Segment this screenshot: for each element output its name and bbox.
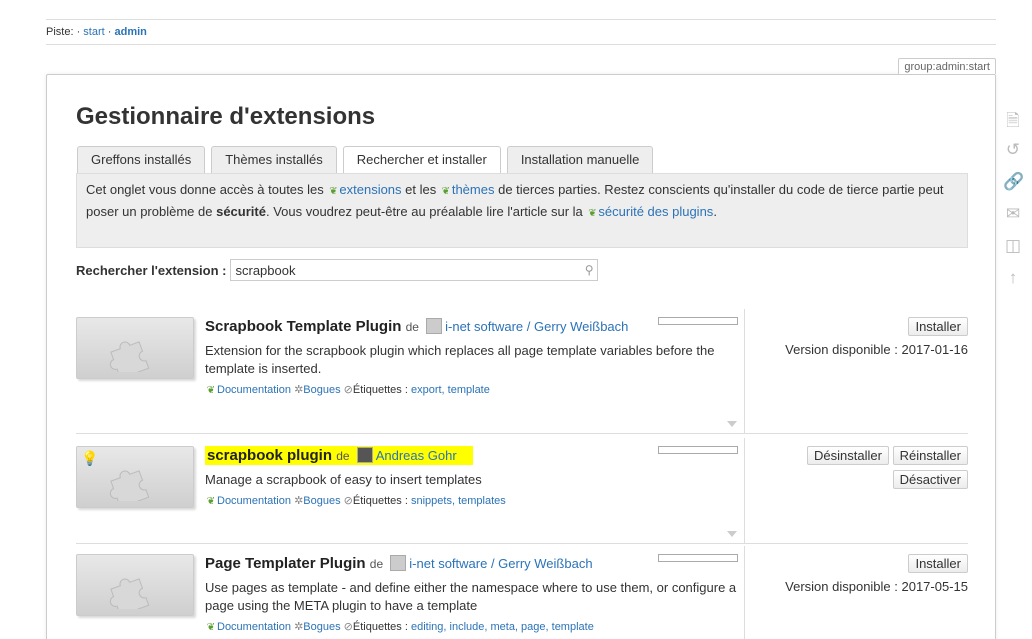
- available-version: Version disponible : 2017-01-16: [785, 342, 968, 357]
- info-box: Cet onglet vous donne accès à toutes les…: [76, 173, 968, 248]
- highlight: scrapbook plugin de Andreas Gohr: [205, 446, 473, 465]
- breadcrumb-start[interactable]: start: [83, 26, 104, 38]
- reinstall-button[interactable]: Réinstaller: [892, 446, 968, 465]
- search-row: Rechercher l'extension : ⚲: [76, 259, 599, 281]
- search-box: ⚲: [230, 259, 599, 281]
- chevron-down-icon[interactable]: [727, 531, 737, 537]
- popularity-bar: [658, 317, 738, 325]
- documentation-link[interactable]: Documentation: [217, 495, 291, 507]
- documentation-link[interactable]: Documentation: [217, 384, 291, 396]
- bug-icon: ✲: [294, 621, 304, 633]
- puzzle-icon: [109, 578, 150, 609]
- bugs-link[interactable]: Bogues: [303, 384, 340, 396]
- breadcrumb-label: Piste:: [46, 26, 74, 38]
- tab-manual-install[interactable]: Installation manuelle: [506, 146, 654, 173]
- page-tools: 🗎 ↺ 🔗 ✉ ◫ ↑: [1003, 108, 1024, 290]
- column-divider: [744, 546, 745, 639]
- avatar: [426, 318, 443, 334]
- mail-icon[interactable]: ✉: [1003, 204, 1023, 226]
- bug-icon: ✲: [294, 384, 304, 396]
- popularity-bar: [658, 554, 738, 562]
- bugs-link[interactable]: Bogues: [303, 495, 340, 507]
- extension-leaf-icon: ❦: [588, 208, 597, 219]
- puzzle-icon: [109, 341, 150, 372]
- doc-icon: ❦: [206, 496, 216, 507]
- lightbulb-icon: 💡: [81, 450, 99, 466]
- extension-thumbnail: [76, 317, 194, 379]
- link-icon[interactable]: 🔗: [1003, 172, 1024, 194]
- extension-links: ❦ Documentation ✲Bogues ⊘Étiquettes : sni…: [206, 495, 506, 507]
- extension-actions: Installer Version disponible : 2017-01-1…: [785, 317, 968, 357]
- arrow-up-icon[interactable]: ↑: [1003, 268, 1023, 290]
- available-version: Version disponible : 2017-05-15: [785, 579, 968, 594]
- tags-link[interactable]: export, template: [411, 384, 490, 396]
- page-id: group:admin:start: [898, 58, 996, 74]
- breadcrumb: Piste: · start · admin: [46, 26, 996, 45]
- extension-description: Extension for the scrapbook plugin which…: [205, 343, 715, 376]
- install-button[interactable]: Installer: [908, 317, 968, 336]
- tag-icon: ⊘: [343, 384, 353, 396]
- tag-icon: ⊘: [343, 621, 353, 633]
- column-divider: [744, 309, 745, 434]
- install-button[interactable]: Installer: [908, 554, 968, 573]
- author-link[interactable]: i-net software / Gerry Weißbach: [409, 556, 592, 571]
- tag-icon: ⊘: [343, 495, 353, 507]
- history-icon[interactable]: ↺: [1003, 140, 1023, 162]
- documentation-link[interactable]: Documentation: [217, 621, 291, 633]
- column-divider: [744, 438, 745, 544]
- puzzle-icon: [109, 470, 150, 501]
- page-title: Gestionnaire d'extensions: [76, 103, 376, 130]
- extension-thumbnail: 💡: [76, 446, 194, 508]
- extension-item: Scrapbook Template Plugin de i-net softw…: [76, 309, 968, 434]
- doc-icon: ❦: [206, 622, 216, 633]
- search-input[interactable]: [235, 262, 585, 278]
- tab-installed-plugins[interactable]: Greffons installés: [77, 146, 206, 173]
- extension-links: ❦ Documentation ✲Bogues ⊘Étiquettes : edi…: [206, 621, 594, 633]
- breadcrumb-admin[interactable]: admin: [114, 26, 146, 38]
- extension-links: ❦ Documentation ✲Bogues ⊘Étiquettes : exp…: [206, 384, 490, 396]
- avatar: [390, 555, 407, 571]
- tab-installed-templates[interactable]: Thèmes installés: [211, 146, 337, 173]
- extension-actions: Désinstaller Réinstaller Désactiver: [807, 446, 968, 489]
- templates-link[interactable]: thèmes: [452, 182, 495, 197]
- tab-search-install[interactable]: Rechercher et installer: [342, 146, 501, 174]
- doc-icon: ❦: [206, 385, 216, 396]
- tab-bar: Greffons installés Thèmes installés Rech…: [77, 146, 654, 174]
- author-link[interactable]: i-net software / Gerry Weißbach: [445, 319, 628, 334]
- extension-description: Use pages as template - and define eithe…: [205, 580, 737, 613]
- plugin-security-link[interactable]: sécurité des plugins: [598, 204, 713, 219]
- popularity-bar: [658, 446, 738, 454]
- extension-actions: Installer Version disponible : 2017-05-1…: [785, 554, 968, 594]
- extension-description: Manage a scrapbook of easy to insert tem…: [205, 472, 482, 487]
- avatar: [356, 447, 373, 463]
- page-icon[interactable]: 🗎: [1003, 108, 1023, 130]
- extension-thumbnail: [76, 554, 194, 616]
- extension-leaf-icon: ❦: [329, 186, 338, 197]
- extensions-link[interactable]: extensions: [339, 182, 401, 197]
- pdf-icon[interactable]: ◫: [1003, 236, 1023, 258]
- disable-button[interactable]: Désactiver: [892, 470, 968, 489]
- page-content: group:admin:start Gestionnaire d'extensi…: [46, 58, 996, 639]
- search-label: Rechercher l'extension :: [76, 262, 227, 278]
- chevron-down-icon[interactable]: [727, 421, 737, 427]
- bug-icon: ✲: [294, 495, 304, 507]
- top-divider: [46, 19, 996, 20]
- tags-link[interactable]: editing, include, meta, page, template: [411, 621, 594, 633]
- tags-link[interactable]: snippets, templates: [411, 495, 506, 507]
- search-icon[interactable]: ⚲: [585, 263, 594, 277]
- extension-item: 💡 scrapbook plugin de Andreas Gohr Manag…: [76, 438, 968, 544]
- extension-item: Page Templater Plugin de i-net software …: [76, 546, 968, 639]
- bugs-link[interactable]: Bogues: [303, 621, 340, 633]
- extension-leaf-icon: ❦: [441, 186, 451, 197]
- uninstall-button[interactable]: Désinstaller: [807, 446, 889, 465]
- author-link[interactable]: Andreas Gohr: [376, 448, 457, 463]
